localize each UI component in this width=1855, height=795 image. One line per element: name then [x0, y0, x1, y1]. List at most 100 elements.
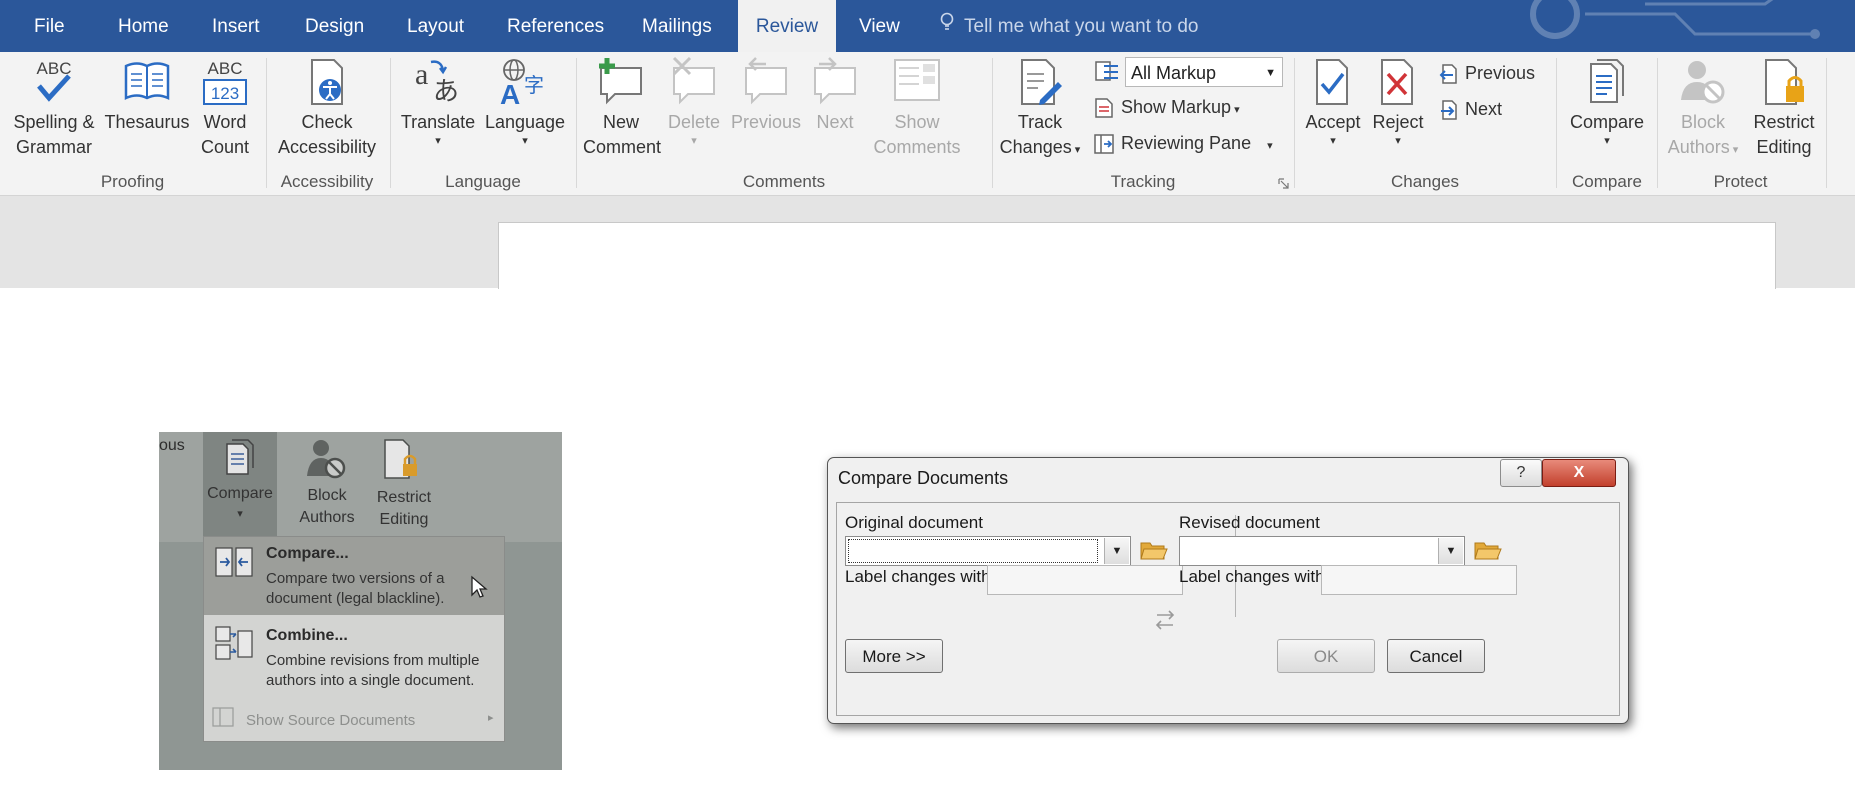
tab-review[interactable]: Review: [738, 0, 836, 52]
restrict-label-line2: Editing: [1756, 137, 1812, 157]
svg-text:ABC: ABC: [208, 59, 243, 78]
help-icon: ?: [1516, 464, 1526, 481]
language-button[interactable]: A 字 Language ▾: [483, 56, 567, 147]
word-count-label-line1: Word: [203, 112, 247, 132]
tell-me-search[interactable]: Tell me what you want to do: [940, 0, 1198, 52]
word-count-button[interactable]: ABC 123 Word Count: [196, 56, 254, 160]
browse-folder-icon[interactable]: [1140, 539, 1168, 561]
reject-label: Reject: [1372, 112, 1424, 132]
browse-folder-icon[interactable]: [1474, 539, 1502, 561]
accept-button[interactable]: Accept ▾: [1301, 56, 1365, 147]
tab-mailings[interactable]: Mailings: [628, 0, 726, 52]
delete-comment-button[interactable]: Delete ▾: [663, 56, 725, 147]
new-comment-label-line1: New: [602, 112, 639, 132]
show-comments-label-line2: Comments: [873, 137, 961, 157]
chevron-down-icon: ▾: [1267, 140, 1273, 152]
svg-text:a: a: [415, 58, 428, 91]
chevron-down-icon: ▾: [1330, 135, 1336, 147]
lock-document-icon: [1765, 59, 1804, 105]
menu-item-show-source[interactable]: Show Source Documents: [246, 712, 415, 729]
document-page[interactable]: [498, 222, 1776, 289]
dialog-launcher-icon[interactable]: [1278, 178, 1289, 189]
new-comment-button[interactable]: New Comment: [583, 56, 661, 160]
previous-change-button[interactable]: Previous: [1439, 58, 1535, 88]
swap-documents-icon[interactable]: [1155, 607, 1175, 633]
close-icon: X: [1573, 464, 1585, 481]
help-button[interactable]: ?: [1500, 459, 1542, 487]
next-comment-button[interactable]: Next: [807, 56, 863, 135]
chevron-down-icon[interactable]: ▼: [1104, 538, 1129, 564]
track-changes-icon: [1021, 59, 1062, 105]
translate-button[interactable]: a あ Translate ▾: [397, 56, 479, 147]
chevron-down-icon: ▾: [691, 135, 697, 147]
more-button[interactable]: More >>: [845, 639, 943, 673]
chevron-down-icon[interactable]: ▼: [1438, 538, 1463, 564]
tab-layout[interactable]: Layout: [393, 0, 478, 52]
combine-documents-icon: [215, 626, 253, 660]
tab-file[interactable]: File: [20, 0, 79, 52]
chevron-down-icon: ▼: [1265, 67, 1276, 79]
original-label-changes-input[interactable]: [987, 565, 1183, 595]
group-language: a あ Translate ▾ A 字 Language ▾ Language: [391, 52, 575, 195]
tab-view[interactable]: View: [845, 0, 914, 52]
previous-comment-icon: [745, 57, 787, 105]
photo-compare-button[interactable]: Compare ▾: [203, 432, 277, 542]
word-count-icon: ABC 123: [203, 59, 247, 105]
revised-label-changes-input[interactable]: [1321, 565, 1517, 595]
check-accessibility-button[interactable]: Check Accessibility: [275, 56, 379, 160]
menu-item-combine[interactable]: Combine... Combine revisions from multip…: [204, 619, 504, 697]
previous-change-icon: [1439, 64, 1457, 84]
show-comments-button[interactable]: Show Comments: [867, 56, 967, 160]
menu-combine-desc-line2: authors into a single document.: [266, 672, 475, 689]
tab-insert[interactable]: Insert: [198, 0, 274, 52]
menu-item-compare[interactable]: Compare... Compare two versions of a doc…: [204, 537, 504, 615]
svg-text:ABC: ABC: [37, 59, 72, 78]
check-label-line2: Accessibility: [277, 137, 377, 157]
menu-combine-title: Combine...: [266, 627, 348, 644]
tab-home[interactable]: Home: [104, 0, 183, 52]
translate-icon: a あ: [415, 58, 459, 107]
reviewing-pane-label: Reviewing Pane: [1121, 133, 1252, 153]
revised-document-combo[interactable]: ▼: [1179, 536, 1465, 566]
next-change-button[interactable]: Next: [1439, 94, 1502, 124]
compare-icon: [1590, 59, 1624, 103]
track-changes-button[interactable]: Track Changes ▾: [999, 56, 1081, 163]
cancel-button[interactable]: Cancel: [1387, 639, 1485, 673]
thesaurus-label: Thesaurus: [104, 112, 190, 132]
tab-design[interactable]: Design: [291, 0, 378, 52]
revised-document-label: Revised document: [1179, 513, 1320, 532]
chevron-down-icon: ▾: [1604, 135, 1610, 147]
next-label: Next: [816, 112, 854, 132]
show-markup-button[interactable]: Show Markup ▾: [1093, 92, 1240, 122]
group-label-changes: Changes: [1390, 172, 1460, 191]
reject-button[interactable]: Reject ▾: [1367, 56, 1429, 147]
lock-document-icon: [384, 439, 417, 479]
ok-button[interactable]: OK: [1277, 639, 1375, 673]
thesaurus-button[interactable]: Thesaurus: [104, 56, 190, 135]
tell-me-text: Tell me what you want to do: [964, 16, 1199, 37]
svg-text:A: A: [500, 79, 520, 108]
menu-compare-title: Compare...: [266, 545, 349, 562]
restrict-editing-button[interactable]: Restrict Editing: [1748, 56, 1820, 160]
compare-button[interactable]: Compare ▾: [1565, 56, 1649, 147]
spelling-label-line2: Grammar: [16, 137, 92, 157]
next-change-icon: [1441, 100, 1457, 120]
original-document-combo[interactable]: ▼: [845, 536, 1131, 566]
photo-block-label-line1: Block: [307, 487, 347, 504]
chevron-down-icon: ▾: [435, 135, 441, 147]
markup-select-value: All Markup: [1131, 63, 1217, 83]
previous-change-label: Previous: [1465, 63, 1536, 83]
language-label: Language: [484, 112, 566, 132]
previous-comment-button[interactable]: Previous: [727, 56, 805, 135]
show-comments-label-line1: Show: [894, 112, 940, 132]
tab-references[interactable]: References: [493, 0, 618, 52]
block-authors-button[interactable]: Block Authors ▾: [1662, 56, 1744, 163]
reviewing-pane-button[interactable]: Reviewing Pane ▾: [1093, 128, 1273, 158]
close-button[interactable]: X: [1542, 459, 1616, 487]
submenu-arrow-icon: ▸: [488, 712, 494, 724]
reject-icon: [1381, 59, 1413, 105]
markup-display-select[interactable]: All Markup ▼: [1125, 57, 1283, 87]
word-count-label-line2: Count: [200, 137, 250, 157]
spelling-grammar-button[interactable]: ABC Spelling & Grammar: [6, 56, 102, 160]
new-comment-icon: [599, 58, 642, 105]
